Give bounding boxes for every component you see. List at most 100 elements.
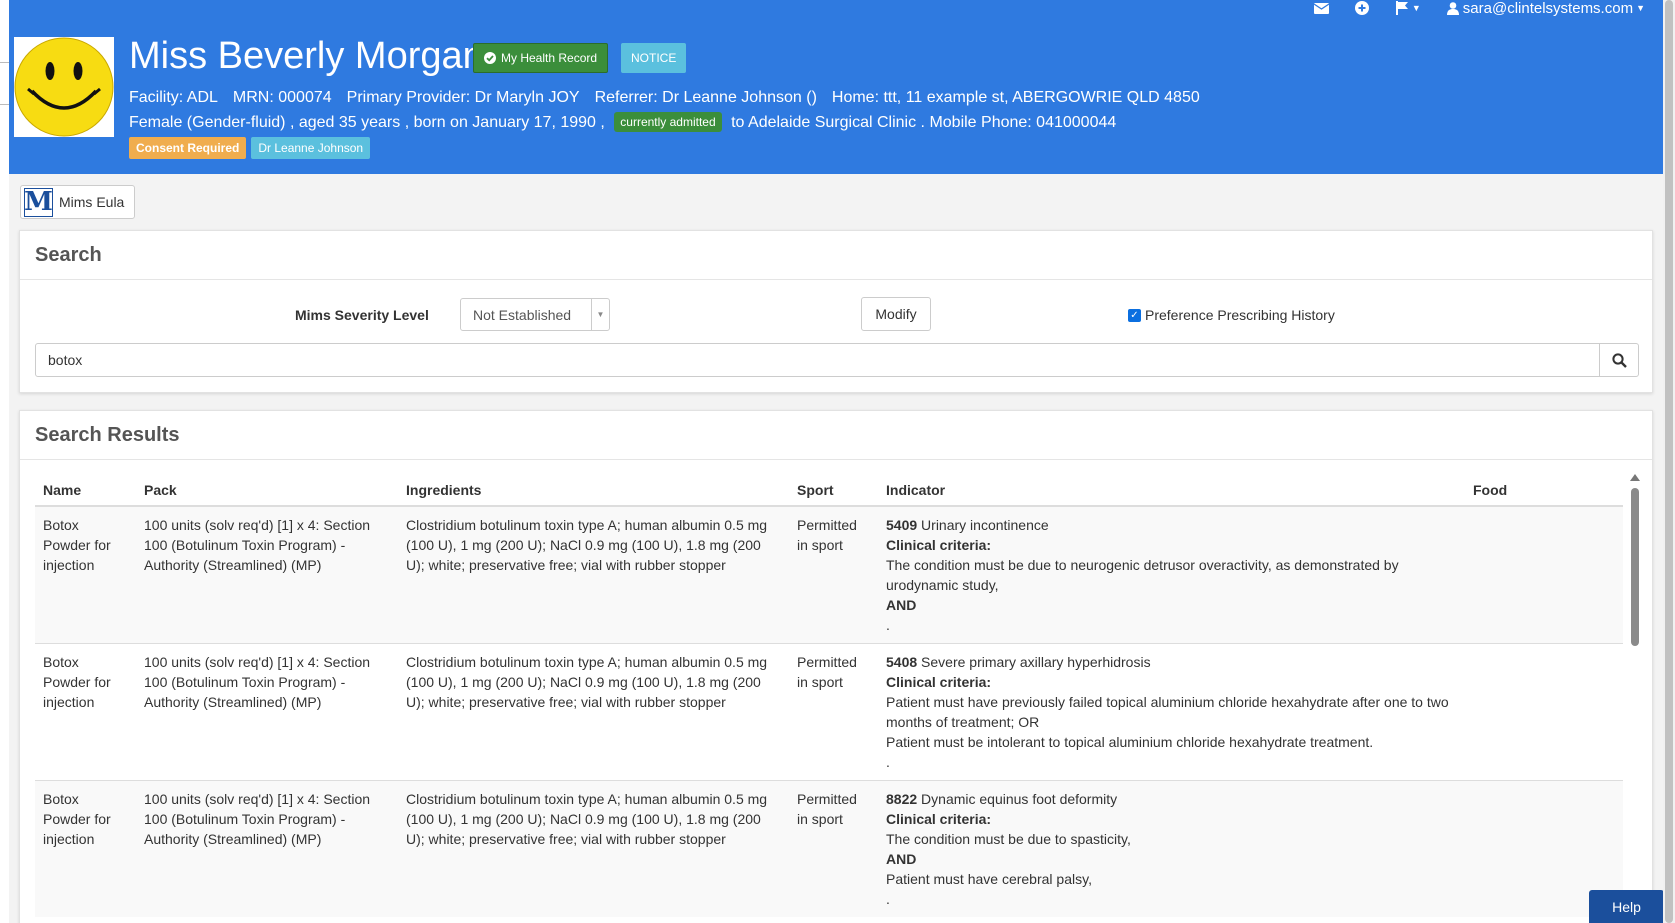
modify-button[interactable]: Modify [861,297,931,331]
plus-circle-icon[interactable] [1354,1,1369,15]
criteria-connector: AND [886,850,917,867]
cell-ingredients: Clostridium botulinum toxin type A; huma… [398,642,789,780]
search-panel-title: Search [20,231,1652,280]
patient-labels: Consent Required Dr Leanne Johnson [129,137,371,159]
smiley-avatar [14,37,114,137]
main-content: M Mims Eula Search Mims Severity Level N… [9,174,1663,923]
patient-header: ▼ sara@clintelsystems.com ▼ Miss Beverly… [9,0,1663,174]
patient-demographics-line: Female (Gender-fluid) , aged 35 years , … [129,112,1131,132]
criteria-text: The condition must be due to spasticity, [886,830,1131,847]
cell-pack: 100 units (solv req'd) [1] x 4: Section … [136,642,398,780]
chevron-down-icon: ▼ [591,299,609,330]
preference-history-toggle[interactable]: ✓ Preference Prescribing History [1128,307,1335,323]
left-edge-line [0,104,9,105]
left-edge [0,0,9,923]
top-navigation: ▼ sara@clintelsystems.com ▼ [1313,0,1645,17]
cell-food [1465,505,1623,643]
results-scrollbar[interactable] [1629,474,1641,923]
cell-food [1465,642,1623,780]
criteria-text: Patient must have cerebral palsy, [886,870,1092,887]
cell-ingredients: Clostridium botulinum toxin type A; huma… [398,779,789,917]
drug-search-field[interactable]: botox [35,343,1639,377]
referrer: Referrer: Dr Leanne Johnson () [594,89,817,106]
criteria-text: Patient must have previously failed topi… [886,693,1449,730]
cell-pack: 100 units (solv req'd) [1] x 4: Section … [136,779,398,917]
user-menu[interactable]: sara@clintelsystems.com ▼ [1446,0,1645,17]
results-table: Name Pack Ingredients Sport Indicator Fo… [35,474,1623,917]
cell-pack: 100 units (solv req'd) [1] x 4: Section … [136,505,398,643]
indicator-code: 5409 [886,517,918,533]
column-header-sport[interactable]: Sport [789,474,878,507]
table-row[interactable]: Botox Powder for injection 100 units (so… [35,505,1623,643]
indicator-title: Dynamic equinus foot deformity [921,790,1118,807]
patient-details-line: Facility: ADL MRN: 000074 Primary Provider… [129,89,1215,107]
facility: Facility: ADL [129,89,218,106]
indicator-code: 8822 [886,790,918,807]
mims-eula-label: Mims Eula [59,194,125,210]
criteria-text: Patient must be intolerant to topical al… [886,733,1374,750]
indicator-code: 5408 [886,653,918,670]
preference-checkbox[interactable]: ✓ [1128,308,1141,322]
criteria-heading: Clinical criteria: [886,537,992,553]
my-health-record-label: My Health Record [501,51,598,65]
search-icon [1611,352,1627,368]
search-button[interactable] [1599,344,1638,376]
cell-indicator: 5408 Severe primary axillary hyperhidros… [878,642,1465,780]
flag-menu[interactable]: ▼ [1395,1,1421,15]
page-scrollbar-thumb[interactable] [1665,0,1673,923]
chevron-down-icon: ▼ [1411,3,1421,13]
check-circle-icon [484,52,496,64]
column-header-ingredients[interactable]: Ingredients [398,474,789,507]
preference-label: Preference Prescribing History [1145,307,1335,323]
page: { "topnav": { "user_email": "sara@clinte… [0,0,1675,923]
primary-provider: Primary Provider: Dr Maryln JOY [346,89,580,106]
mrn: MRN: 000074 [232,89,332,106]
results-scrollbar-thumb[interactable] [1631,488,1639,646]
criteria-heading: Clinical criteria: [886,673,992,690]
results-table-container[interactable]: Name Pack Ingredients Sport Indicator Fo… [35,474,1623,923]
cell-sport: Permitted in sport [789,505,878,643]
severity-level-value: Not Established [473,306,572,323]
cell-sport: Permitted in sport [789,779,878,917]
cell-indicator: 5409 Urinary incontinence Clinical crite… [878,505,1465,643]
column-header-food[interactable]: Food [1465,474,1623,507]
column-header-indicator[interactable]: Indicator [878,474,1465,507]
help-button[interactable]: Help [1589,890,1664,923]
cell-ingredients: Clostridium botulinum toxin type A; huma… [398,505,789,643]
severity-level-select[interactable]: Not Established ▼ [460,298,610,331]
demographics: Female (Gender-fluid) , aged 35 years , … [129,114,605,131]
criteria-end: . [886,890,890,907]
indicator-title: Urinary incontinence [921,517,1049,533]
search-panel: Search Mims Severity Level Not Establish… [19,230,1653,393]
cell-sport: Permitted in sport [789,642,878,780]
patient-avatar [14,37,114,137]
mims-eula-button[interactable]: M Mims Eula [20,185,136,219]
user-icon [1446,1,1459,15]
consent-required-label[interactable]: Consent Required [129,137,247,159]
cell-name: Botox Powder for injection [35,505,136,643]
mims-logo-icon: M [24,187,53,217]
user-email: sara@clintelsystems.com [1462,0,1634,17]
envelope-icon[interactable] [1313,2,1329,14]
flag-icon [1395,1,1408,15]
scroll-up-arrow-icon[interactable] [1630,474,1640,481]
page-scrollbar[interactable] [1663,0,1675,923]
column-header-pack[interactable]: Pack [136,474,398,507]
admission-info: to Adelaide Surgical Clinic . Mobile Pho… [731,114,1117,131]
column-header-name[interactable]: Name [35,474,136,507]
table-row[interactable]: Botox Powder for injection 100 units (so… [35,642,1623,780]
doctor-label[interactable]: Dr Leanne Johnson [251,137,371,159]
cell-name: Botox Powder for injection [35,779,136,917]
notice-button[interactable]: NOTICE [621,43,687,73]
criteria-connector: AND [886,597,917,613]
table-row[interactable]: Botox Powder for injection 100 units (so… [35,779,1623,917]
search-input[interactable]: botox [36,344,1599,376]
my-health-record-button[interactable]: My Health Record [473,43,609,73]
results-panel-title: Search Results [20,411,1652,460]
cell-name: Botox Powder for injection [35,642,136,780]
criteria-heading: Clinical criteria: [886,810,992,827]
criteria-end: . [886,617,890,633]
table-header-row: Name Pack Ingredients Sport Indicator Fo… [35,474,1623,507]
chevron-down-icon: ▼ [1636,3,1645,13]
patient-name: Miss Beverly Morgan [129,35,484,77]
